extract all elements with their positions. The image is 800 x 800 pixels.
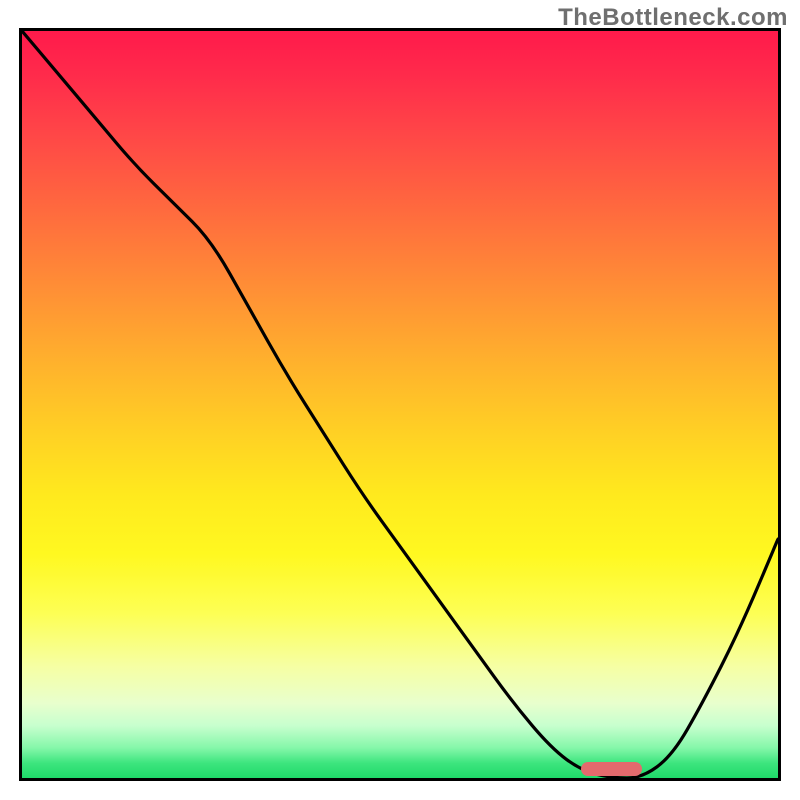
watermark-text: TheBottleneck.com <box>558 4 788 32</box>
bottleneck-curve <box>22 31 778 778</box>
plot-area <box>19 28 781 781</box>
optimal-range-marker <box>581 762 641 776</box>
chart-frame: TheBottleneck.com <box>0 0 800 800</box>
